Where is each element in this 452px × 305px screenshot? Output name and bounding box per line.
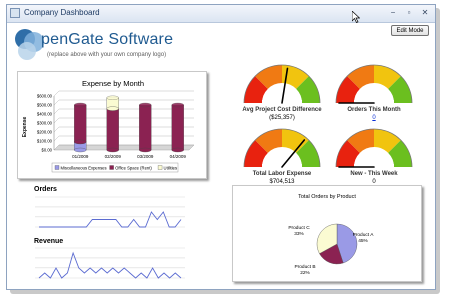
pie-slice-label: Product C (288, 225, 310, 231)
gridline-diag (53, 135, 60, 142)
pie-slice-label: Product A (353, 232, 375, 238)
bar-cap (171, 102, 184, 108)
gauge-label: Avg Project Cost Difference (242, 107, 322, 113)
orders-label: Orders (34, 186, 57, 193)
gauge-2: Orders This Month 0 (329, 59, 419, 121)
gridline-diag (53, 108, 60, 115)
x-tick-label: 03/2009 (137, 154, 154, 159)
gauge-label: Orders This Month (347, 107, 401, 113)
chart-title: Expense by Month (82, 79, 144, 88)
bar-base (74, 139, 87, 145)
orders-chart (35, 196, 185, 228)
pie-slice-percent: 22% (300, 270, 310, 276)
bar-segment (171, 104, 184, 151)
y-tick-label: $200.00 (37, 130, 53, 135)
y-tick-label: $0.00 (42, 148, 53, 153)
legend-swatch (109, 165, 114, 170)
pie-slice-percent: 45% (358, 238, 368, 244)
y-axis-label: Expense (22, 117, 28, 138)
bar-cap (74, 102, 87, 108)
expense-chart: Expense by Month Expense $0.00 $100.00 $200.… (22, 79, 195, 173)
bar-base (106, 106, 119, 111)
legend-swatch (157, 165, 163, 170)
title-bar[interactable]: Company Dashboard − ▫ ✕ (7, 5, 435, 23)
logo-placeholder-caption: (replace above with your own company log… (47, 52, 167, 58)
pie-slice-label: Product B (294, 264, 315, 270)
gauge-1: Avg Project Cost Difference ($25,357) (237, 59, 327, 121)
gauge-dial (243, 128, 321, 168)
gauge-dial (243, 64, 321, 104)
restore-icon[interactable]: ▫ (403, 7, 415, 19)
company-logo-text: penGate Software (41, 31, 174, 48)
y-tick-label: $500.00 (37, 103, 53, 108)
form-icon (10, 8, 20, 18)
mouse-pointer-icon (352, 11, 360, 23)
y-tick-label: $300.00 (37, 121, 53, 126)
legend-swatch (54, 165, 60, 170)
gauge-value[interactable]: 0 (329, 115, 419, 121)
sparkline-series (38, 251, 182, 279)
sparkline-series (39, 211, 182, 228)
close-icon[interactable]: ✕ (419, 7, 431, 19)
orders-by-product-panel: Total Orders by Product Product A 45% Produ… (232, 185, 422, 282)
gridline-diag (53, 90, 60, 97)
bar-cap (106, 95, 119, 100)
gauge-dial (335, 64, 413, 104)
legend-label: Miscellaneous Expenses (61, 166, 107, 171)
y-tick-label: $100.00 (37, 139, 53, 144)
gridline-diag (53, 126, 60, 133)
dashboard-window: Company Dashboard − ▫ ✕ Edit Mode penGat… (6, 4, 436, 290)
gauge-dial (335, 128, 413, 168)
edit-mode-button[interactable]: Edit Mode (391, 25, 429, 36)
bar-segment (139, 104, 152, 151)
gauge-4: New - This Week 0 (329, 123, 419, 185)
bar-segment (74, 104, 87, 143)
y-tick-label: $400.00 (37, 112, 53, 117)
bar-cap (139, 102, 152, 108)
gridline-diag (53, 117, 60, 124)
minimize-icon[interactable]: − (387, 7, 399, 19)
gauge-label: Total Labor Expense (252, 171, 312, 177)
x-tick-label: 04/2009 (170, 154, 187, 159)
x-tick-label: 01/2009 (72, 154, 89, 159)
revenue-chart (35, 247, 185, 279)
bar-base (74, 147, 87, 153)
bar-base (106, 147, 119, 153)
gauge-label: New - This Week (350, 171, 398, 177)
y-tick-label: $600.00 (37, 94, 53, 99)
pie-chart: Total Orders by Product Product A45% Produ… (288, 194, 375, 276)
legend-label: Office Space (Rent) (115, 166, 152, 171)
gauge-3: Total Labor Expense $704,513 (237, 123, 327, 185)
window-title: Company Dashboard (24, 8, 100, 17)
legend-label: Utilities (164, 166, 178, 171)
bar-base (171, 147, 184, 153)
revenue-label: Revenue (34, 238, 64, 245)
pie-title: Total Orders by Product (298, 194, 356, 200)
pie-slice-percent: 33% (294, 231, 304, 237)
gridline-diag (53, 99, 60, 106)
expense-chart-panel: Expense by Month Expense $0.00 $100.00 $200.… (17, 71, 207, 179)
x-tick-label: 02/2009 (105, 154, 122, 159)
gauge-value: ($25,357) (269, 115, 295, 121)
bar-base (139, 147, 152, 153)
bar-segment (106, 108, 119, 151)
